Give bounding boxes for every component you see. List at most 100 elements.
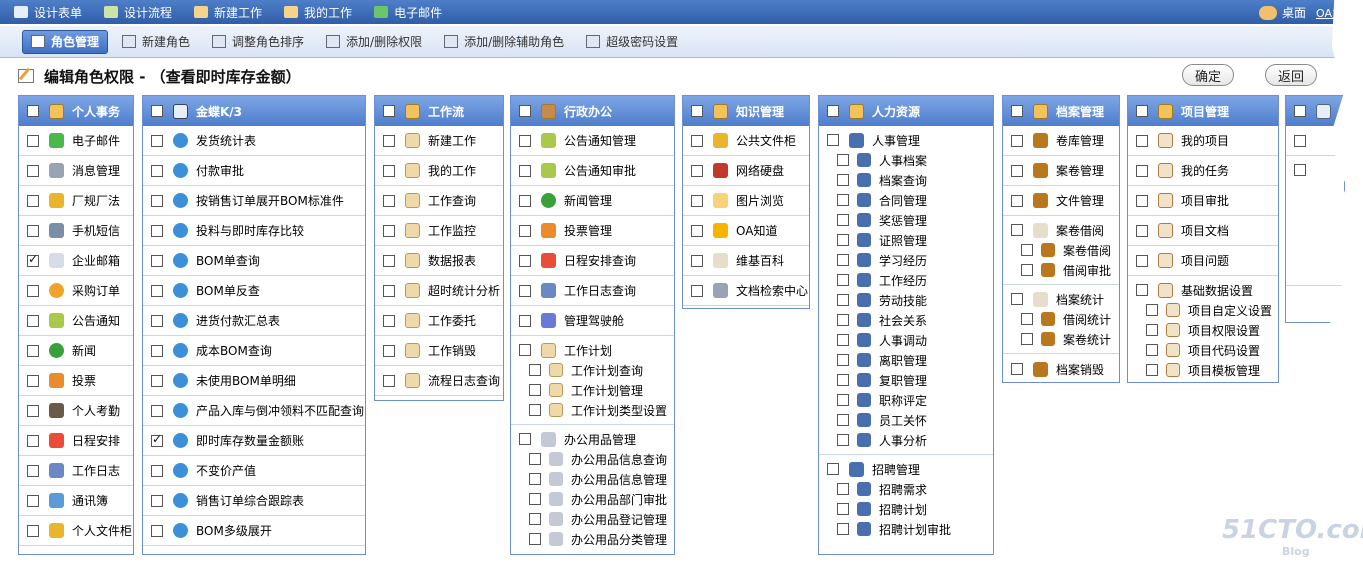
checkbox[interactable] <box>27 344 39 357</box>
list-item[interactable]: 投票 <box>19 366 133 396</box>
select-all-checkbox[interactable] <box>383 105 395 117</box>
list-item[interactable]: 工作日志查询 <box>511 276 674 306</box>
checkbox[interactable] <box>837 394 849 406</box>
list-item[interactable]: 通讯簿 <box>19 486 133 516</box>
checkbox[interactable] <box>1146 344 1158 356</box>
sub-item[interactable]: 离职管理 <box>827 350 993 370</box>
sub-item[interactable]: 人事分析 <box>827 430 993 450</box>
list-item[interactable]: 流程日志查询 <box>375 366 503 396</box>
list-item[interactable]: 工作销毁 <box>375 336 503 366</box>
checkbox[interactable] <box>151 254 163 267</box>
nav-new-work[interactable]: 新建工作 <box>194 4 262 21</box>
checkbox[interactable] <box>151 284 163 297</box>
list-item[interactable]: 工作监控 <box>375 216 503 246</box>
list-item[interactable]: 工作委托 <box>375 306 503 336</box>
checkbox[interactable] <box>151 494 163 507</box>
list-item[interactable]: 项目问题 <box>1128 246 1278 276</box>
sub-item[interactable]: 招聘计划审批 <box>827 519 993 539</box>
sub-item[interactable]: 项目模板管理 <box>1136 360 1278 380</box>
list-item[interactable]: 数据报表 <box>375 246 503 276</box>
checkbox[interactable] <box>1011 134 1023 147</box>
checkbox[interactable] <box>827 463 839 475</box>
list-item[interactable]: 案卷管理 <box>1003 156 1119 186</box>
select-all-checkbox[interactable] <box>1136 105 1148 117</box>
list-item[interactable]: 日程安排 <box>19 426 133 456</box>
list-item[interactable]: 不变价产值 <box>143 456 365 486</box>
checkbox[interactable] <box>1146 304 1158 316</box>
sub-item[interactable]: 招聘计划 <box>827 499 993 519</box>
checkbox[interactable] <box>837 294 849 306</box>
sub-item[interactable]: 社会关系 <box>827 310 993 330</box>
checkbox[interactable] <box>1021 333 1033 345</box>
sub-item[interactable]: 工作计划管理 <box>519 380 674 400</box>
sub-item[interactable]: 招聘需求 <box>827 479 993 499</box>
checkbox[interactable] <box>837 334 849 346</box>
tab-permissions[interactable]: 添加/删除权限 <box>318 30 430 54</box>
checkbox[interactable] <box>1136 254 1148 267</box>
tab-aux-roles[interactable]: 添加/删除辅助角色 <box>436 30 572 54</box>
checkbox[interactable] <box>1011 164 1023 177</box>
checkbox[interactable] <box>151 432 163 447</box>
list-item[interactable] <box>1286 156 1344 286</box>
sub-item[interactable]: 工作计划查询 <box>519 360 674 380</box>
list-item[interactable]: 卷库管理 <box>1003 126 1119 156</box>
checkbox[interactable] <box>691 134 703 147</box>
sub-item[interactable]: 员工关怀 <box>827 410 993 430</box>
sub-item[interactable]: 人事档案 <box>827 150 993 170</box>
checkbox[interactable] <box>691 224 703 237</box>
select-all-checkbox[interactable] <box>1011 105 1023 117</box>
checkbox[interactable] <box>837 274 849 286</box>
checkbox[interactable] <box>27 494 39 507</box>
sub-item[interactable]: 复职管理 <box>827 370 993 390</box>
list-item[interactable]: OA知道 <box>683 216 809 246</box>
list-item[interactable]: 企业邮箱 <box>19 246 133 276</box>
checkbox[interactable] <box>529 404 541 416</box>
sub-item[interactable]: 证照管理 <box>827 230 993 250</box>
checkbox[interactable] <box>837 214 849 226</box>
sub-item[interactable]: 档案查询 <box>827 170 993 190</box>
list-item[interactable]: 手机短信 <box>19 216 133 246</box>
checkbox[interactable] <box>151 164 163 177</box>
checkbox[interactable] <box>383 284 395 297</box>
checkbox[interactable] <box>827 134 839 146</box>
list-item[interactable]: 网络硬盘 <box>683 156 809 186</box>
checkbox[interactable] <box>837 234 849 246</box>
checkbox[interactable] <box>837 523 849 535</box>
sub-item[interactable]: 合同管理 <box>827 190 993 210</box>
list-item[interactable]: 公告通知管理 <box>511 126 674 156</box>
list-item[interactable]: BOM多级展开 <box>143 516 365 546</box>
checkbox[interactable] <box>383 194 395 207</box>
checkbox[interactable] <box>519 284 531 297</box>
checkbox[interactable] <box>27 164 39 177</box>
checkbox[interactable] <box>529 493 541 505</box>
sub-item[interactable]: 项目自定义设置 <box>1136 300 1278 320</box>
checkbox[interactable] <box>529 533 541 545</box>
list-item[interactable]: 销售订单综合跟踪表 <box>143 486 365 516</box>
sub-item[interactable]: 项目代码设置 <box>1136 340 1278 360</box>
list-item[interactable]: 新闻 <box>19 336 133 366</box>
back-button[interactable]: 返回 <box>1265 64 1318 86</box>
select-all-checkbox[interactable] <box>827 105 839 117</box>
list-item[interactable]: 管理驾驶舱 <box>511 306 674 336</box>
list-item[interactable]: 付款审批 <box>143 156 365 186</box>
sub-item[interactable]: 人事调动 <box>827 330 993 350</box>
list-item[interactable]: 我的项目 <box>1128 126 1278 156</box>
sub-item[interactable]: 奖惩管理 <box>827 210 993 230</box>
list-item[interactable]: 新建工作 <box>375 126 503 156</box>
list-item[interactable]: 日程安排查询 <box>511 246 674 276</box>
select-all-checkbox[interactable] <box>1294 105 1306 117</box>
select-all-checkbox[interactable] <box>27 105 39 117</box>
checkbox[interactable] <box>27 194 39 207</box>
nav-email[interactable]: 电子邮件 <box>374 4 442 21</box>
checkbox[interactable] <box>151 314 163 327</box>
sub-item[interactable]: 项目权限设置 <box>1136 320 1278 340</box>
sub-item[interactable]: 办公用品登记管理 <box>519 509 674 529</box>
list-item[interactable]: 投票管理 <box>511 216 674 246</box>
list-item[interactable]: 维基百科 <box>683 246 809 276</box>
checkbox[interactable] <box>519 224 531 237</box>
checkbox[interactable] <box>151 464 163 477</box>
checkbox[interactable] <box>27 464 39 477</box>
checkbox[interactable] <box>27 284 39 297</box>
checkbox[interactable] <box>837 314 849 326</box>
checkbox[interactable] <box>519 433 531 445</box>
